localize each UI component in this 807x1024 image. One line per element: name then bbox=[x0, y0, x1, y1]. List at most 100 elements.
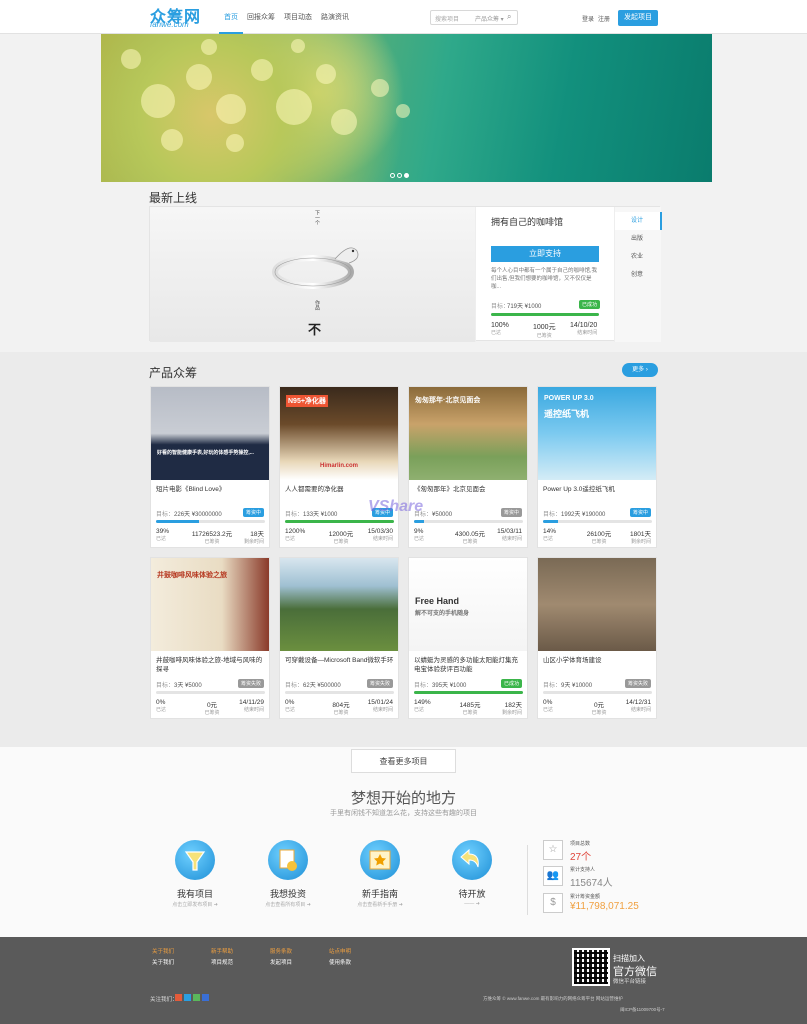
product-card-title[interactable]: 可穿戴设备—Microsoft Band微软手环 bbox=[285, 656, 395, 665]
product-card-progress-bar bbox=[543, 691, 652, 694]
category-tabs: 设计 出版 农业 创意 bbox=[614, 207, 662, 342]
product-card[interactable]: 山区小学体育场建设 目标：9天 ¥10000 筹资失败 0% 已达 0元 已筹资 1… bbox=[537, 557, 657, 719]
product-card[interactable]: 井鼓咖啡风味体验之旅 井鼓咖啡风味体验之旅-地域与风味的探寻 目标：3天 ¥50… bbox=[150, 557, 270, 719]
category-tab-creative[interactable]: 创意 bbox=[615, 266, 662, 284]
stat-funds-label: 累计筹资金额 bbox=[570, 894, 601, 900]
product-card[interactable]: 可穿戴设备—Microsoft Band微软手环 目标：62天 ¥500000 … bbox=[279, 557, 399, 719]
invest-label[interactable]: 我想投资 bbox=[243, 887, 333, 900]
category-tab-agriculture[interactable]: 农业 bbox=[615, 248, 662, 266]
product-card-title[interactable]: 以蜻蜓为灵感的多功能太阳能灯集充电宝体验获评百功能 bbox=[414, 656, 524, 674]
search-type-select[interactable]: 产品众筹 ▾ bbox=[475, 14, 504, 23]
latest-project-title[interactable]: 拥有自己的咖啡馆 bbox=[491, 215, 563, 228]
product-card-image[interactable] bbox=[538, 558, 656, 651]
product-card[interactable]: POWER UP 3.0 遥控纸飞机 Power Up 3.0遥控纸飞机 目标：1… bbox=[537, 386, 657, 548]
stat-funds-value: ¥11,798,071.25 bbox=[570, 901, 639, 912]
footer-col-terms: 服务条款 bbox=[270, 949, 293, 955]
product-card-image[interactable]: POWER UP 3.0 遥控纸飞机 bbox=[538, 387, 656, 480]
my-project-icon[interactable] bbox=[175, 840, 215, 880]
latest-project-image[interactable]: 下一个 作品 不 bbox=[150, 207, 475, 342]
users-icon: 👥 bbox=[543, 866, 563, 886]
guide-sublink[interactable]: 点击查看新手手册 ➜ bbox=[335, 901, 425, 908]
view-more-projects-button[interactable]: 查看更多项目 bbox=[351, 749, 456, 773]
weibo-icon[interactable] bbox=[175, 994, 182, 1001]
product-card-image[interactable]: Free Hand 解不可支的手机随身 bbox=[409, 558, 527, 651]
product-card-image[interactable]: 匆匆那年·北京见面会 bbox=[409, 387, 527, 480]
product-card-title[interactable]: 人人都需要的净化器 bbox=[285, 485, 395, 494]
product-card-image[interactable]: N95+净化器 Himarlin.com bbox=[280, 387, 398, 480]
product-card[interactable]: Free Hand 解不可支的手机随身 以蜻蜓为灵感的多功能太阳能灯集充电宝体验获… bbox=[408, 557, 528, 719]
nav-roadshow-info[interactable]: 路演资讯 bbox=[319, 0, 351, 34]
product-card-stat-time: 1801天 剩余时间 bbox=[630, 531, 651, 545]
banner-dot[interactable] bbox=[397, 173, 402, 178]
banner-pagination[interactable] bbox=[390, 173, 411, 180]
renren-icon[interactable] bbox=[202, 994, 209, 1001]
nav-home[interactable]: 首页 bbox=[219, 0, 243, 34]
stat-backers-label: 累计支持人 bbox=[570, 867, 596, 873]
coming-soon-label[interactable]: 待开放 bbox=[427, 887, 517, 900]
my-project-sublink[interactable]: 点击立即发布项目 ➜ bbox=[150, 901, 240, 908]
product-card-image[interactable]: 井鼓咖啡风味体验之旅 bbox=[151, 558, 269, 651]
wechat-icon[interactable] bbox=[193, 994, 200, 1001]
invest-icon[interactable] bbox=[268, 840, 308, 880]
product-card[interactable]: 好看的智能健康手表,好玩的体感手势操控,... 短片电影《Blind Love》… bbox=[150, 386, 270, 548]
qr-subtext: 微信平台链接 bbox=[613, 979, 647, 985]
products-more-button[interactable]: 更多 › bbox=[622, 363, 658, 377]
card-image-caption: N95+净化器 bbox=[286, 395, 328, 407]
product-card-stat-time: 182天 剩余时间 bbox=[501, 702, 522, 716]
product-card-title[interactable]: 短片电影《Blind Love》 bbox=[156, 485, 266, 494]
product-card-stat-percent: 1200% 已达 bbox=[285, 528, 306, 542]
search-input[interactable]: 搜索项目 bbox=[435, 14, 459, 23]
product-card[interactable]: 匆匆那年·北京见面会 《匆匆那年》北京见面会 目标：¥50000 筹资中 9% 已… bbox=[408, 386, 528, 548]
product-card-title[interactable]: 《匆匆那年》北京见面会 bbox=[414, 485, 524, 494]
product-card-goal: 目标：1992天 ¥190000 bbox=[543, 512, 606, 518]
coming-soon-icon[interactable] bbox=[452, 840, 492, 880]
watermark: VShare bbox=[368, 498, 424, 515]
guide-icon[interactable] bbox=[360, 840, 400, 880]
card-image-caption: Free Hand bbox=[415, 596, 460, 606]
guide-label[interactable]: 新手指南 bbox=[335, 887, 425, 900]
money-icon: $ bbox=[543, 893, 563, 913]
product-card-goal: 目标：3天 ¥5000 bbox=[156, 683, 202, 689]
launch-project-button[interactable]: 发起项目 bbox=[618, 10, 658, 26]
nav-reward-crowdfunding[interactable]: 回报众筹 bbox=[245, 0, 277, 34]
footer-link-usage[interactable]: 使用条款 bbox=[329, 958, 351, 966]
product-card-progress-bar bbox=[285, 691, 394, 694]
search-icon[interactable]: ⌕ bbox=[507, 12, 511, 22]
product-card-stat-time: 14/11/29 结束时间 bbox=[239, 699, 264, 713]
support-now-button[interactable]: 立即支持 bbox=[491, 246, 599, 262]
invest-sublink[interactable]: 点击查看所有项目 ➜ bbox=[243, 901, 333, 908]
product-card-status-badge: 筹资中 bbox=[500, 508, 522, 517]
banner-dot-active[interactable] bbox=[404, 173, 409, 178]
stat-projects-label: 项目总数 bbox=[570, 841, 591, 847]
footer-link-rules[interactable]: 项目规范 bbox=[211, 958, 233, 966]
product-card[interactable]: N95+净化器 Himarlin.com 人人都需要的净化器 目标：133天 ¥1… bbox=[279, 386, 399, 548]
login-link[interactable]: 登录 bbox=[582, 14, 594, 23]
footer-link-launch[interactable]: 发起项目 bbox=[270, 958, 292, 966]
product-card-title[interactable]: Power Up 3.0遥控纸飞机 bbox=[543, 485, 653, 494]
copyright-text: 方维众筹 © www.fanwe.com 最有影响力的网络众筹平台 网站运营维护 bbox=[483, 996, 623, 1001]
hero-banner[interactable] bbox=[101, 34, 712, 182]
category-tab-publish[interactable]: 出版 bbox=[615, 230, 662, 248]
banner-dot[interactable] bbox=[390, 173, 395, 178]
card-image-caption: POWER UP 3.0 bbox=[544, 395, 594, 402]
card-image-caption-2: 解不可支的手机随身 bbox=[415, 611, 470, 617]
product-card-title[interactable]: 山区小学体育场建设 bbox=[543, 656, 653, 665]
product-card-title[interactable]: 井鼓咖啡风味体验之旅-地域与风味的探寻 bbox=[156, 656, 266, 674]
product-card-image[interactable]: 好看的智能健康手表,好玩的体感手势操控,... bbox=[151, 387, 269, 480]
product-card-stat-time: 18天 剩余时间 bbox=[243, 531, 264, 545]
register-link[interactable]: 注册 bbox=[598, 14, 610, 23]
follow-us-label: 关注我们： bbox=[150, 997, 178, 1003]
tencent-weibo-icon[interactable] bbox=[184, 994, 191, 1001]
category-tab-design[interactable]: 设计 bbox=[615, 212, 662, 230]
coming-soon-sublink[interactable]: —— ➜ bbox=[427, 901, 517, 907]
wechat-qr-code bbox=[572, 948, 610, 986]
star-icon: ☆ bbox=[543, 840, 563, 860]
latest-project-panel: 下一个 作品 不 拥有自己的咖啡馆 立即支持 每个人心目中都有一个属于自己的咖啡… bbox=[149, 206, 662, 342]
my-project-label[interactable]: 我有项目 bbox=[150, 887, 240, 900]
product-card-status-badge: 筹资失败 bbox=[366, 679, 393, 688]
product-card-image[interactable] bbox=[280, 558, 398, 651]
nav-project-news[interactable]: 项目动态 bbox=[283, 0, 313, 34]
product-card-progress-bar bbox=[414, 520, 523, 523]
footer-link-about[interactable]: 关于我们 bbox=[152, 958, 174, 966]
search-box[interactable]: 搜索项目 产品众筹 ▾ ⌕ bbox=[430, 10, 518, 25]
